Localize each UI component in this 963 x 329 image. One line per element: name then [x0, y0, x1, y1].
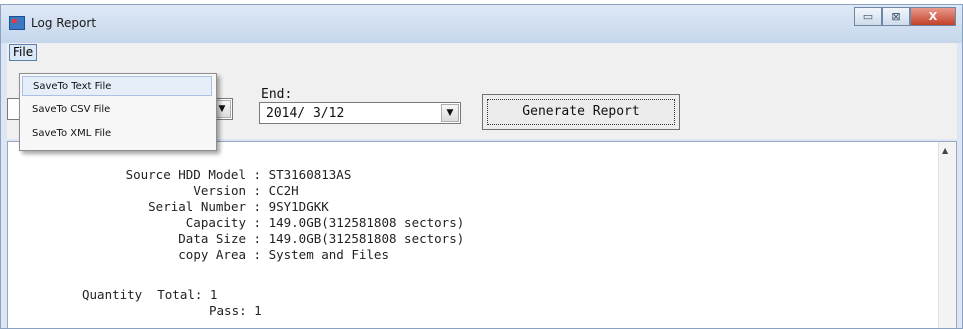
field-value: ST3160813AS	[268, 167, 352, 182]
field-value: System and Files	[268, 247, 389, 262]
end-label: End:	[261, 87, 293, 102]
report-line-copy-area: copy Area : System and Files	[8, 247, 389, 263]
report-line-model: Source HDD Model : ST3160813AS	[8, 167, 352, 183]
end-dropdown-arrow-icon[interactable]: ▼	[441, 104, 459, 122]
window-title: Log Report	[31, 16, 97, 30]
field-label: Source HDD Model	[125, 167, 246, 182]
field-value: 149.0GB(312581808 sectors)	[268, 231, 465, 246]
report-line-data-size: Data Size : 149.0GB(312581808 sectors)	[8, 231, 464, 247]
minimize-button[interactable]: ▭	[854, 7, 882, 26]
field-value: 9SY1DGKK	[268, 199, 329, 214]
title-bar[interactable]: Log Report ▭ ⊠ X	[1, 5, 962, 43]
field-label: Capacity	[185, 215, 246, 230]
field-label: Data Size	[178, 231, 246, 246]
report-quantity-total: Quantity Total: 1	[82, 287, 218, 302]
field-label: Serial Number	[148, 199, 246, 214]
report-text-area[interactable]: Source HDD Model : ST3160813AS Version :…	[7, 141, 957, 328]
maximize-button[interactable]: ⊠	[882, 7, 910, 26]
menu-file[interactable]: File	[9, 44, 38, 61]
scroll-up-arrow-icon[interactable]: ▲	[942, 146, 948, 155]
file-menu-dropdown: SaveTo Text File SaveTo CSV File SaveTo …	[19, 73, 217, 151]
report-line-version: Version : CC2H	[8, 183, 299, 199]
menu-item-save-xml[interactable]: SaveTo XML File	[22, 124, 212, 144]
menu-bar: File	[7, 43, 957, 62]
end-date-combo[interactable]: 2014/ 3/12 ▼	[259, 102, 461, 124]
menu-item-save-csv[interactable]: SaveTo CSV File	[22, 100, 212, 120]
report-pass: Pass: 1	[209, 303, 262, 318]
generate-report-button[interactable]: Generate Report	[482, 94, 680, 130]
window-controls: ▭ ⊠ X	[854, 7, 956, 26]
report-line-serial: Serial Number : 9SY1DGKK	[8, 199, 329, 215]
close-button[interactable]: X	[910, 7, 956, 26]
log-report-window: Log Report ▭ ⊠ X File ▼ End: 2014/ 3/12 …	[0, 4, 963, 329]
field-label: Version	[193, 183, 246, 198]
field-label: copy Area	[178, 247, 246, 262]
field-value: 149.0GB(312581808 sectors)	[268, 215, 465, 230]
app-icon	[9, 16, 25, 30]
field-value: CC2H	[268, 183, 299, 198]
report-line-capacity: Capacity : 149.0GB(312581808 sectors)	[8, 215, 464, 231]
end-date-value: 2014/ 3/12	[266, 106, 345, 121]
vertical-scrollbar[interactable]: ▲	[938, 142, 956, 328]
menu-item-save-text[interactable]: SaveTo Text File	[22, 76, 212, 96]
